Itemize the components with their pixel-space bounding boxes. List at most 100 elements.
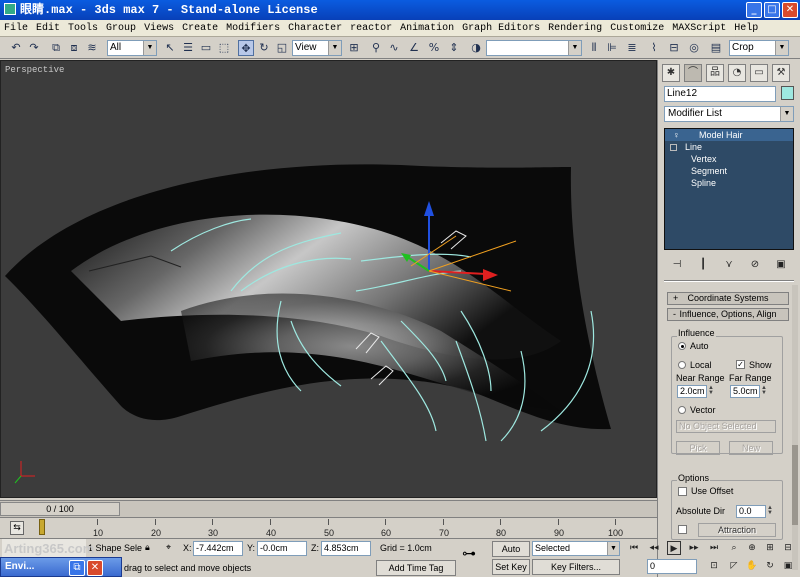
schematic-view-icon[interactable]: ⊟: [666, 40, 682, 56]
current-frame-field[interactable]: 0: [647, 559, 697, 574]
redo-icon[interactable]: ↷: [26, 40, 42, 56]
curve-editor-icon[interactable]: ⌇: [646, 40, 662, 56]
object-name-field[interactable]: Line12: [664, 86, 776, 102]
named-selection-dropdown[interactable]: ▼: [486, 40, 582, 56]
taskbar-restore-icon[interactable]: ⧉: [69, 560, 85, 576]
key-mode-icon[interactable]: ⇆: [10, 521, 24, 535]
taskbar-close-icon[interactable]: ✕: [87, 560, 103, 576]
menu-help[interactable]: Help: [730, 20, 762, 36]
key-mode-dropdown[interactable]: Selected ▼: [532, 541, 620, 556]
remove-modifier-icon[interactable]: ⊘: [747, 257, 763, 273]
rect-selection-icon[interactable]: ▭: [198, 40, 214, 56]
menu-graph-editors[interactable]: Graph Editors: [458, 20, 544, 36]
spinner-snap-icon[interactable]: ⇕: [446, 40, 462, 56]
pan-icon[interactable]: ✋: [745, 559, 759, 573]
zoom-all-icon[interactable]: ⊕: [745, 541, 759, 555]
align-icon[interactable]: ⊫: [604, 40, 620, 56]
menu-maxscript[interactable]: MAXScript: [668, 20, 730, 36]
object-color-swatch[interactable]: [781, 86, 794, 100]
snaps-toggle-icon[interactable]: ∿: [386, 40, 402, 56]
select-scale-icon[interactable]: ◱: [274, 40, 290, 56]
angle-snap-icon[interactable]: ∠: [406, 40, 422, 56]
zoom-icon[interactable]: ⌕: [727, 541, 741, 555]
local-radio[interactable]: [678, 361, 686, 369]
previous-frame-icon[interactable]: ◂◂: [647, 541, 661, 555]
add-time-tag-button[interactable]: Add Time Tag: [376, 560, 456, 576]
menu-reactor[interactable]: reactor: [346, 20, 396, 36]
spinner-arrows-icon[interactable]: ▲ ▼: [708, 385, 715, 397]
collapse-icon[interactable]: [670, 144, 677, 151]
unlink-icon[interactable]: ⧈: [66, 40, 82, 56]
use-offset-checkbox[interactable]: [678, 487, 687, 496]
hierarchy-tab-icon[interactable]: 品: [706, 64, 724, 82]
menu-edit[interactable]: Edit: [32, 20, 64, 36]
command-panel-scrollbar[interactable]: [792, 285, 798, 570]
maximize-button[interactable]: □: [764, 2, 780, 18]
stack-item-model-hair[interactable]: ♀ Model Hair: [665, 129, 793, 141]
menu-tools[interactable]: Tools: [64, 20, 102, 36]
lock-selection-icon[interactable]: 🔒︎: [145, 541, 150, 556]
z-coordinate-field[interactable]: 4.853cm: [321, 541, 371, 556]
zoom-extents-all-icon[interactable]: ⊟: [781, 541, 795, 555]
make-unique-icon[interactable]: ⋎: [721, 257, 737, 273]
far-range-field[interactable]: 5.0cm ▲ ▼: [730, 385, 767, 398]
stack-item-spline[interactable]: Spline: [665, 177, 793, 189]
key-icon[interactable]: ⊶: [462, 547, 476, 562]
render-scene-icon[interactable]: ▤: [708, 40, 724, 56]
environment-taskbar-window[interactable]: Envi... ⧉ ✕: [0, 557, 122, 577]
menu-rendering[interactable]: Rendering: [544, 20, 606, 36]
link-icon[interactable]: ⧉: [48, 40, 64, 56]
menu-character[interactable]: Character: [284, 20, 346, 36]
attraction-checkbox[interactable]: [678, 525, 687, 534]
create-tab-icon[interactable]: ✱: [662, 64, 680, 82]
spinner-arrows-icon[interactable]: ▲ ▼: [767, 505, 774, 517]
next-frame-icon[interactable]: ▸▸: [687, 541, 701, 555]
x-coordinate-field[interactable]: -7.442cm: [193, 541, 243, 556]
auto-radio[interactable]: [678, 342, 686, 350]
utilities-tab-icon[interactable]: ⚒: [772, 64, 790, 82]
new-button[interactable]: New: [729, 441, 773, 455]
menu-views[interactable]: Views: [140, 20, 178, 36]
menu-modifiers[interactable]: Modifiers: [222, 20, 284, 36]
go-to-end-icon[interactable]: ⏭: [707, 541, 721, 555]
stack-item-segment[interactable]: Segment: [665, 165, 793, 177]
go-to-start-icon[interactable]: ⏮: [627, 541, 641, 555]
play-icon[interactable]: ▶: [667, 541, 681, 555]
display-tab-icon[interactable]: ▭: [750, 64, 768, 82]
menu-file[interactable]: File: [0, 20, 32, 36]
configure-modifier-sets-icon[interactable]: ▣: [773, 257, 789, 273]
field-of-view-icon[interactable]: ◸: [727, 559, 741, 573]
ref-coord-dropdown[interactable]: View ▼: [292, 40, 342, 56]
vector-radio[interactable]: [678, 406, 686, 414]
menu-create[interactable]: Create: [178, 20, 222, 36]
percent-snap-icon[interactable]: %: [426, 40, 442, 56]
rollout-influence-options-align[interactable]: - Influence, Options, Align: [667, 308, 789, 321]
attraction-button[interactable]: Attraction: [698, 523, 776, 537]
pin-stack-icon[interactable]: ⊣: [669, 257, 685, 273]
absolute-mode-icon[interactable]: ⌖: [166, 541, 171, 556]
mirror-icon[interactable]: ⫴: [586, 40, 602, 56]
near-range-field[interactable]: 2.0cm ▲ ▼: [677, 385, 714, 398]
undo-icon[interactable]: ↶: [8, 40, 24, 56]
render-type-dropdown[interactable]: Crop ▼: [729, 40, 789, 56]
menu-animation[interactable]: Animation: [396, 20, 458, 36]
pivot-center-icon[interactable]: ⊞: [346, 40, 362, 56]
named-selection-icon[interactable]: ◑: [468, 40, 484, 56]
bind-space-warp-icon[interactable]: ≋: [84, 40, 100, 56]
scrollbar-thumb[interactable]: [792, 445, 798, 525]
pick-button[interactable]: Pick: [676, 441, 720, 455]
modify-tab-icon[interactable]: ⌒: [684, 64, 702, 82]
motion-tab-icon[interactable]: ◔: [728, 64, 746, 82]
show-checkbox[interactable]: ✓: [736, 360, 745, 369]
key-filters-button[interactable]: Key Filters...: [532, 559, 620, 575]
perspective-viewport[interactable]: Perspective: [0, 60, 657, 498]
rollout-coordinate-systems[interactable]: + Coordinate Systems: [667, 292, 789, 305]
track-bar[interactable]: ⇆ 10 20 30 40 50 60 70 80 90 100: [0, 517, 657, 539]
layer-manager-icon[interactable]: ≣: [624, 40, 640, 56]
time-slider[interactable]: 0 / 100: [0, 500, 657, 517]
time-slider-thumb[interactable]: 0 / 100: [0, 502, 120, 516]
minimize-button[interactable]: _: [746, 2, 762, 18]
stack-item-vertex[interactable]: Vertex: [665, 153, 793, 165]
select-by-name-icon[interactable]: ☰: [180, 40, 196, 56]
selection-filter-dropdown[interactable]: All ▼: [107, 40, 157, 56]
